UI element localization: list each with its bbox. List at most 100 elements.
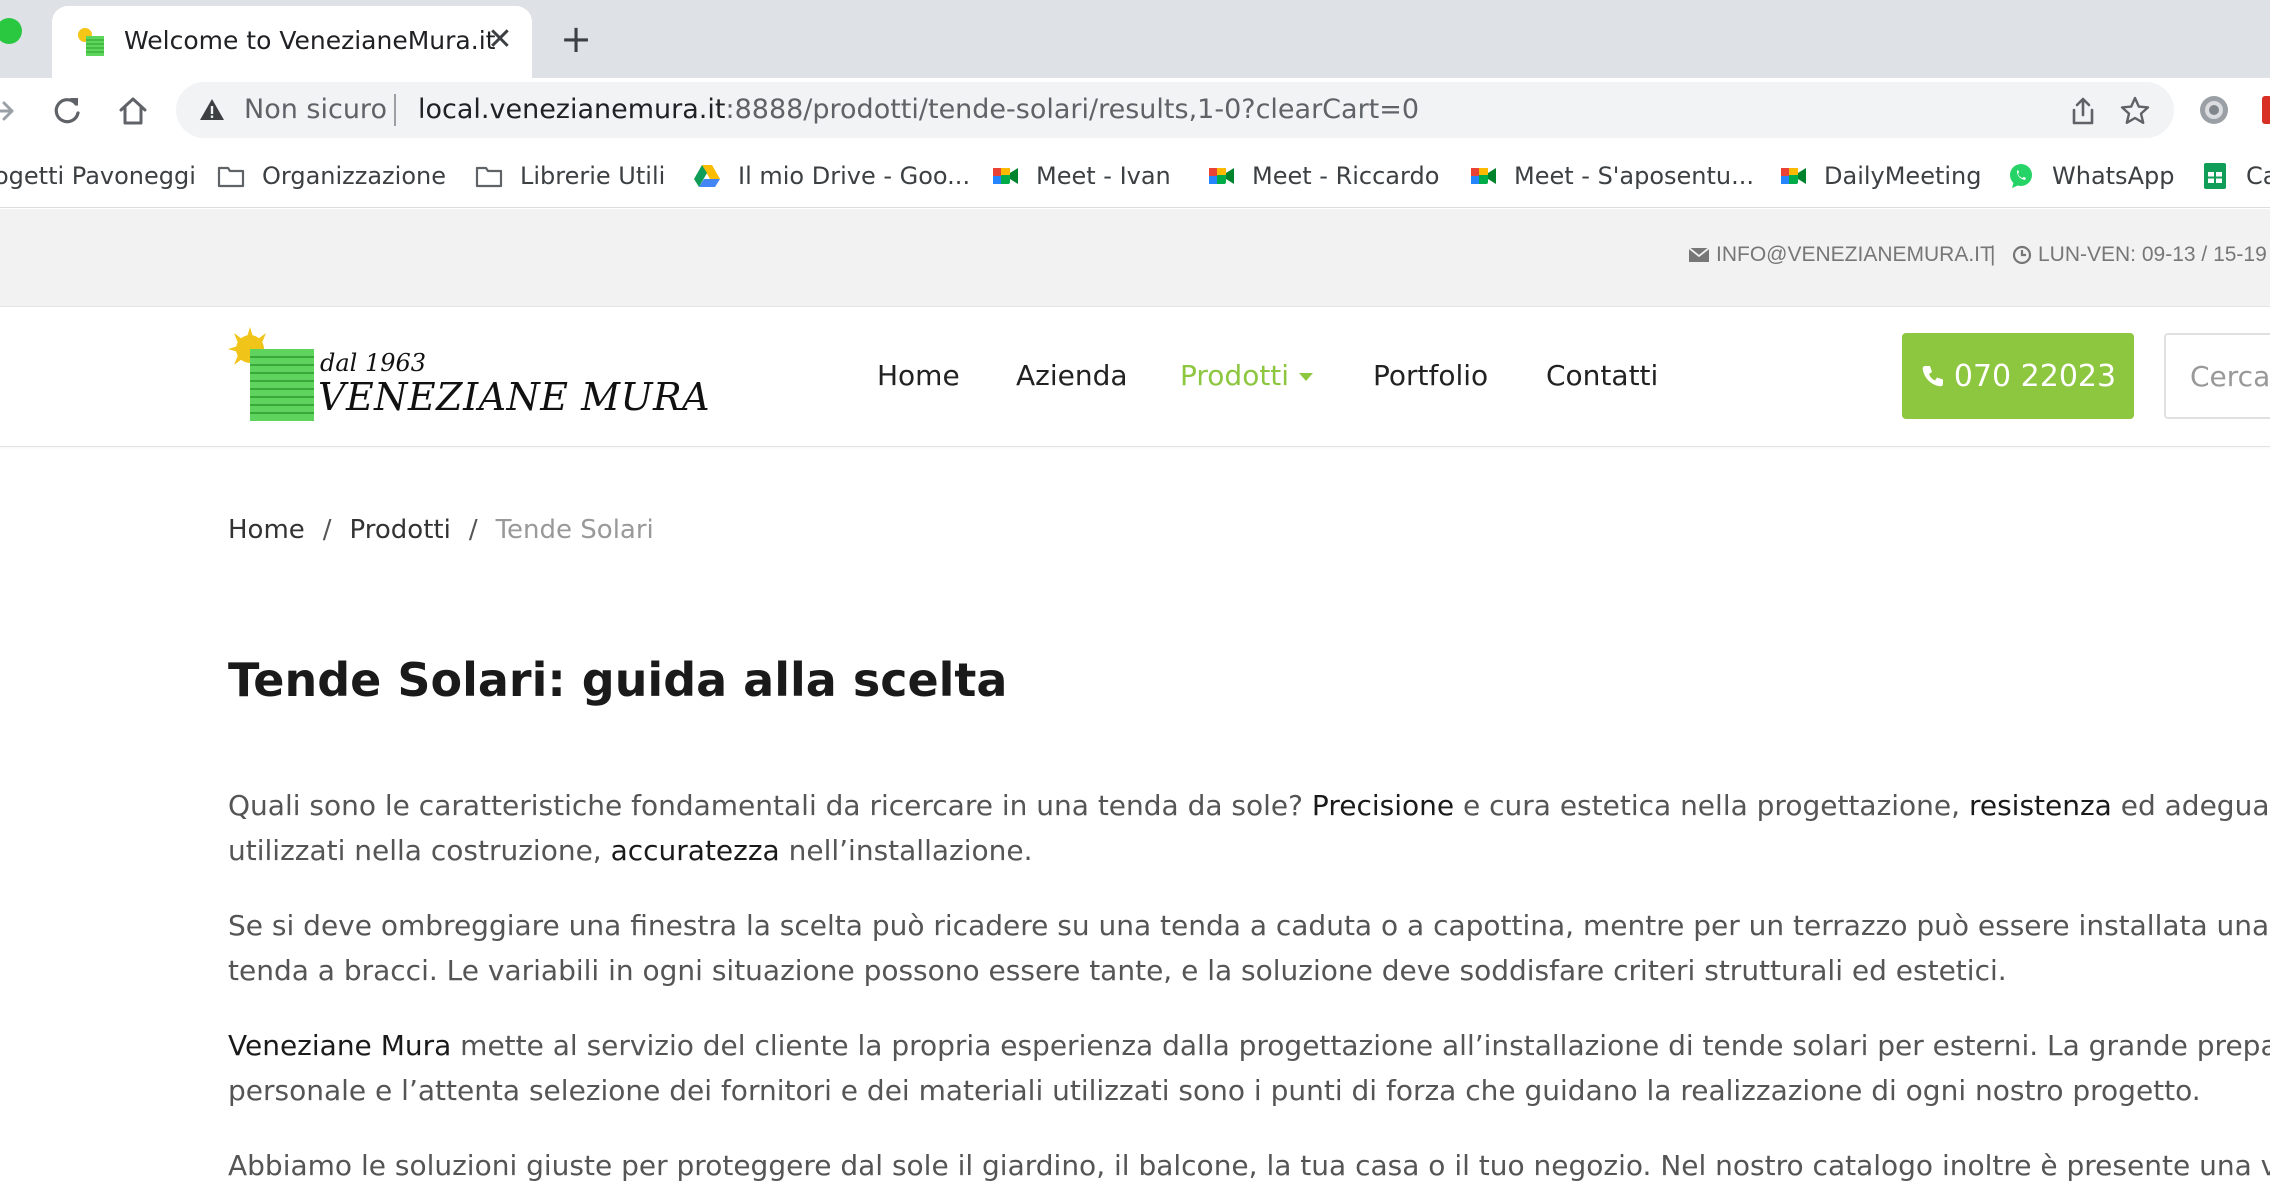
paragraph-2: Se si deve ombreggiare una finestra la s…	[228, 903, 2270, 993]
search-box[interactable]	[2164, 333, 2270, 419]
reload-icon[interactable]	[46, 90, 88, 132]
paragraph-4: Abbiamo le soluzioni giuste per protegge…	[228, 1143, 2270, 1186]
text-span: mette al servizio del cliente la propria…	[451, 1029, 2270, 1062]
browser-toolbar: Non sicuro local.venezianemura.it:8888/p…	[0, 78, 2270, 144]
emphasis-resistenza: resistenza	[1968, 789, 2112, 822]
site-topbar: INFO@VENEZIANEMURA.IT | LUN-VEN: 09-13 /…	[0, 209, 2270, 307]
new-tab-button[interactable]: +	[556, 20, 596, 60]
emphasis-accuratezza: accuratezza	[610, 834, 780, 867]
topbar-separator: |	[1990, 243, 1996, 266]
phone-button[interactable]: 070 22023	[1902, 333, 2134, 419]
browser-tabstrip: Welcome to VenezianeMura.it ✕ +	[0, 0, 2270, 78]
bookmark-label: Meet - Ivan	[1036, 162, 1171, 190]
security-label[interactable]: Non sicuro	[244, 94, 387, 125]
bookmark-item[interactable]: DailyMeeting	[1778, 158, 1982, 194]
bookmarks-bar: ogetti Pavoneggi Organizzazione Librerie…	[0, 144, 2270, 208]
search-input[interactable]	[2166, 335, 2270, 417]
url-text[interactable]: local.venezianemura.it:8888/prodotti/ten…	[418, 94, 1419, 125]
nav-prodotti[interactable]: Prodotti	[1180, 359, 1314, 392]
home-icon[interactable]	[112, 90, 154, 132]
breadcrumb-current: Tende Solari	[495, 515, 654, 545]
bookmark-label: Organizzazione	[262, 162, 446, 190]
logo-since: dal 1963	[320, 349, 427, 377]
extension-icon[interactable]	[2262, 96, 2270, 124]
logo-sun-blinds-icon	[228, 327, 314, 421]
site-header: dal 1963 VENEZIANE MURA Home Azienda Pro…	[0, 307, 2270, 447]
emphasis-precisione: Precisione	[1311, 789, 1455, 822]
bookmark-label: Il mio Drive - Goo...	[738, 162, 971, 190]
text-span: tenda a bracci. Le variabili in ogni sit…	[228, 954, 2007, 987]
bookmark-item[interactable]: WhatsApp	[2006, 158, 2174, 194]
google-meet-icon	[1781, 168, 1806, 184]
address-bar[interactable]: Non sicuro local.venezianemura.it:8888/p…	[176, 82, 2174, 138]
breadcrumb-separator: /	[468, 515, 478, 545]
bookmark-item[interactable]: ogetti Pavoneggi	[0, 158, 196, 194]
nav-home[interactable]: Home	[877, 359, 960, 392]
browser-tab-active[interactable]: Welcome to VenezianeMura.it ✕	[52, 6, 532, 78]
address-separator	[394, 94, 396, 126]
logo-name: VENEZIANE MURA	[318, 375, 711, 419]
folder-icon	[475, 166, 503, 188]
clock-icon	[2012, 245, 2032, 265]
envelope-icon	[1688, 247, 1710, 262]
topbar-hours-text: LUN-VEN: 09-13 / 15-19	[2038, 243, 2267, 266]
bookmark-star-icon[interactable]	[2118, 94, 2152, 128]
breadcrumb-prodotti[interactable]: Prodotti	[350, 515, 451, 545]
text-span: Abbiamo le soluzioni giuste per protegge…	[228, 1149, 2270, 1182]
paragraph-3: Veneziane Mura mette al servizio del cli…	[228, 1023, 2270, 1113]
bookmark-item[interactable]: Ca	[2200, 158, 2270, 194]
folder-icon	[217, 166, 245, 188]
share-icon[interactable]	[2066, 94, 2100, 128]
nav-portfolio[interactable]: Portfolio	[1373, 359, 1488, 392]
bookmark-item[interactable]: Meet - S'aposentu...	[1468, 158, 1754, 194]
text-span: nell’installazione.	[779, 834, 1033, 867]
caret-down-icon	[1299, 373, 1314, 381]
bookmark-item[interactable]: Meet - Ivan	[990, 158, 1171, 194]
topbar-hours: LUN-VEN: 09-13 / 15-19	[2012, 243, 2267, 267]
url-host: local.venezianemura.it	[418, 94, 726, 125]
breadcrumb-separator: /	[322, 515, 332, 545]
bookmark-label: Meet - S'aposentu...	[1514, 162, 1755, 190]
tab-close-icon[interactable]: ✕	[480, 20, 520, 60]
forward-arrow-icon[interactable]	[0, 90, 24, 132]
bookmark-item[interactable]: Meet - Riccardo	[1206, 158, 1439, 194]
article-content: Quali sono le caratteristiche fondamenta…	[228, 783, 2270, 1186]
nav-azienda[interactable]: Azienda	[1016, 359, 1128, 392]
google-sheets-icon	[2204, 163, 2226, 189]
nav-contatti[interactable]: Contatti	[1546, 359, 1658, 392]
window-maximize-button[interactable]	[0, 18, 22, 44]
text-span: ed adeguatezza dei materiali	[2120, 789, 2270, 822]
breadcrumb: Home / Prodotti / Tende Solari	[228, 515, 654, 545]
bookmark-label: ogetti Pavoneggi	[0, 162, 196, 190]
whatsapp-icon	[2010, 164, 2032, 188]
extension-gear-icon[interactable]	[2196, 92, 2232, 128]
bookmark-label: WhatsApp	[2052, 162, 2175, 190]
google-meet-icon	[1209, 168, 1234, 184]
tab-title: Welcome to VenezianeMura.it	[124, 26, 496, 55]
text-span: Se si deve ombreggiare una finestra la s…	[228, 909, 2270, 942]
website: INFO@VENEZIANEMURA.IT | LUN-VEN: 09-13 /…	[0, 209, 2270, 1186]
bookmark-label: Librerie Utili	[520, 162, 666, 190]
site-favicon-icon	[78, 28, 104, 56]
emphasis-company: Veneziane Mura	[228, 1029, 452, 1062]
text-span: Quali sono le caratteristiche fondamenta…	[228, 789, 1312, 822]
bookmark-label: Meet - Riccardo	[1252, 162, 1440, 190]
breadcrumb-home[interactable]: Home	[228, 515, 305, 545]
url-path: :8888/prodotti/tende-solari/results,1-0?…	[725, 94, 1420, 125]
nav-prodotti-label: Prodotti	[1180, 359, 1290, 392]
google-meet-icon	[1471, 168, 1496, 184]
warning-triangle-icon	[200, 99, 224, 120]
text-span: utilizzati nella costruzione,	[228, 834, 611, 867]
bookmark-label: Ca	[2246, 162, 2270, 190]
topbar-email-text: INFO@VENEZIANEMURA.IT	[1716, 243, 1993, 266]
topbar-email[interactable]: INFO@VENEZIANEMURA.IT	[1688, 243, 1993, 267]
bookmark-label: DailyMeeting	[1824, 162, 1982, 190]
site-logo[interactable]: dal 1963 VENEZIANE MURA	[226, 325, 710, 425]
bookmark-item[interactable]: Il mio Drive - Goo...	[692, 158, 970, 194]
phone-number: 070 22023	[1953, 358, 2117, 394]
paragraph-1: Quali sono le caratteristiche fondamenta…	[228, 783, 2270, 873]
bookmark-folder[interactable]: Librerie Utili	[474, 158, 665, 194]
text-span: e cura estetica nella progettazione,	[1454, 789, 1969, 822]
bookmark-folder[interactable]: Organizzazione	[216, 158, 446, 194]
text-span: personale e l’attenta selezione dei forn…	[228, 1074, 2201, 1107]
